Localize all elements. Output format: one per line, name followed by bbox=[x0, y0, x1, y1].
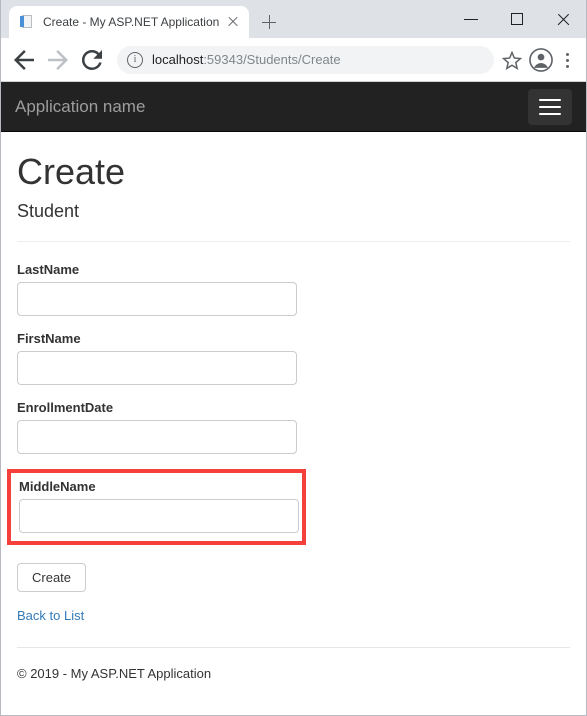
hamburger-menu-icon[interactable] bbox=[528, 88, 572, 125]
back-button[interactable] bbox=[9, 45, 39, 75]
browser-window: Create - My ASP.NET Application i localh… bbox=[0, 0, 587, 716]
navbar-brand[interactable]: Application name bbox=[15, 97, 528, 117]
page-subtitle: Student bbox=[17, 200, 80, 221]
new-tab-button[interactable] bbox=[255, 8, 283, 36]
back-to-list-link[interactable]: Back to List bbox=[17, 608, 84, 623]
tab-title: Create - My ASP.NET Application bbox=[43, 15, 220, 29]
form-group-enrollmentdate: EnrollmentDate bbox=[17, 400, 570, 455]
middlename-highlight-annotation: MiddleName bbox=[7, 469, 306, 546]
url-host: localhost bbox=[152, 52, 204, 67]
create-submit-button[interactable]: Create bbox=[17, 563, 87, 593]
bookmark-star-icon[interactable] bbox=[500, 48, 524, 72]
form-group-middlename: MiddleName bbox=[19, 479, 299, 534]
create-student-form: LastName FirstName EnrollmentDate Middle… bbox=[7, 262, 570, 593]
page-container: Create Student LastName FirstName Enroll… bbox=[1, 152, 586, 681]
page-viewport: Application name Create Student LastName… bbox=[1, 82, 586, 715]
label-firstname: FirstName bbox=[17, 331, 81, 347]
reload-button[interactable] bbox=[77, 45, 107, 75]
input-firstname[interactable] bbox=[17, 351, 297, 386]
address-bar[interactable]: localhost:59343/Students/Create bbox=[117, 45, 494, 74]
tab-close-icon[interactable] bbox=[225, 14, 241, 30]
url-text: localhost:59343/Students/Create bbox=[152, 52, 341, 67]
site-navbar: Application name bbox=[1, 82, 586, 132]
forward-button[interactable] bbox=[43, 45, 73, 75]
label-lastname: LastName bbox=[17, 262, 80, 278]
header-divider bbox=[17, 241, 570, 243]
form-group-firstname: FirstName bbox=[17, 331, 570, 386]
browser-titlebar: Create - My ASP.NET Application bbox=[1, 0, 586, 38]
profile-avatar-icon[interactable] bbox=[528, 47, 554, 73]
minimize-button[interactable] bbox=[448, 3, 494, 35]
footer-copyright: © 2019 - My ASP.NET Application bbox=[17, 666, 212, 682]
input-middlename[interactable] bbox=[19, 499, 299, 534]
label-enrollmentdate: EnrollmentDate bbox=[17, 400, 114, 416]
input-enrollmentdate[interactable] bbox=[17, 420, 297, 455]
back-link-wrapper: Back to List bbox=[17, 592, 570, 625]
page-title: Create bbox=[17, 151, 126, 192]
url-path: :59343/Students/Create bbox=[203, 52, 341, 67]
page-document-icon bbox=[19, 14, 35, 30]
info-circle-icon[interactable] bbox=[127, 51, 143, 68]
window-close-button[interactable] bbox=[540, 3, 586, 35]
browser-tab[interactable]: Create - My ASP.NET Application bbox=[9, 6, 250, 38]
form-group-lastname: LastName bbox=[17, 262, 570, 317]
input-lastname[interactable] bbox=[17, 282, 297, 317]
browser-menu-icon[interactable] bbox=[556, 47, 578, 73]
maximize-button[interactable] bbox=[494, 3, 540, 35]
window-controls bbox=[448, 0, 586, 38]
browser-toolbar: localhost:59343/Students/Create bbox=[1, 38, 586, 82]
label-middlename: MiddleName bbox=[19, 479, 96, 495]
footer-divider bbox=[17, 647, 570, 649]
